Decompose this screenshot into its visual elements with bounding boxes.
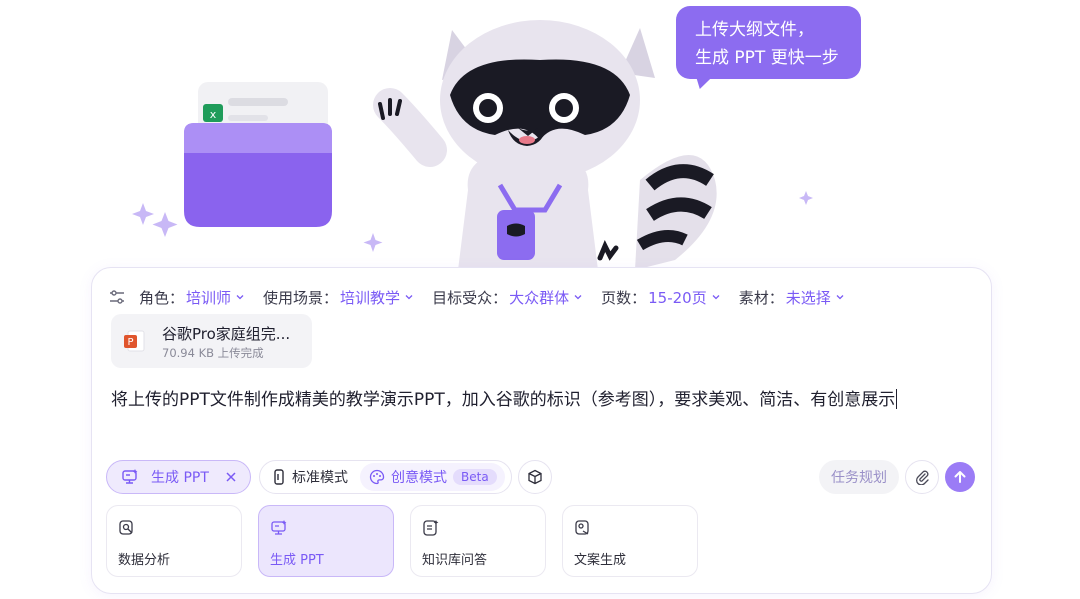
chevron-down-icon xyxy=(236,295,244,300)
chevron-down-icon xyxy=(405,295,413,300)
paperclip-icon xyxy=(916,470,929,485)
hero-illustration: x 上传大纲文件， 生成 PPT 更快一步 xyxy=(0,0,1080,270)
file-status: 70.94 KB 上传完成 xyxy=(162,346,264,360)
prompt-text: 将上传的PPT文件制作成精美的教学演示PPT，加入谷歌的标识（参考图），要求美观… xyxy=(111,390,896,410)
task-plan-button[interactable]: 任务规划 xyxy=(819,460,899,494)
options-bar: 角色： 培训师 使用场景： 培训教学 目标受众： 大众群体 页数： 15-20页… xyxy=(109,286,863,308)
prompt-input[interactable]: 将上传的PPT文件制作成精美的教学演示PPT，加入谷歌的标识（参考图），要求美观… xyxy=(111,385,898,410)
composer-toolbar: 生成 PPT 标准模式 创意模式 Beta 任务规划 xyxy=(106,460,976,496)
option-value: 大众群体 xyxy=(509,288,570,307)
option-value: 未选择 xyxy=(785,288,831,307)
purple-folder-icon: x xyxy=(184,82,332,227)
bubble-line: 上传大纲文件， xyxy=(695,20,814,40)
card-label: 知识库问答 xyxy=(422,553,488,568)
card-label: 数据分析 xyxy=(118,553,171,568)
mode-switch: 标准模式 创意模式 Beta xyxy=(259,460,512,494)
knowledge-qa-icon xyxy=(423,520,439,536)
card-generate-ppt[interactable]: 生成 PPT xyxy=(258,505,394,577)
uploaded-file-card[interactable]: P 谷歌Pro家庭组完... 70.94 KB 上传完成 xyxy=(111,314,312,368)
file-name: 谷歌Pro家庭组完... xyxy=(162,325,291,343)
option-label: 角色： xyxy=(139,288,185,307)
raccoon-mascot-icon xyxy=(373,20,717,270)
mode-creative-button[interactable]: 创意模式 Beta xyxy=(360,463,505,491)
chevron-down-icon xyxy=(574,295,582,300)
option-label: 页数： xyxy=(601,288,647,307)
mode-standard-label: 标准模式 xyxy=(292,470,348,486)
option-role[interactable]: 角色： 培训师 xyxy=(139,287,245,308)
copywriting-icon xyxy=(575,520,589,535)
chevron-down-icon xyxy=(712,295,720,300)
active-tool-chip[interactable]: 生成 PPT xyxy=(106,460,251,494)
option-pages[interactable]: 页数： 15-20页 xyxy=(601,287,721,308)
ppt-file-icon: P xyxy=(124,330,145,352)
option-scene[interactable]: 使用场景： 培训教学 xyxy=(263,287,414,308)
arrow-up-icon xyxy=(954,471,966,483)
sliders-icon[interactable] xyxy=(109,289,125,305)
cube-icon xyxy=(528,469,542,485)
option-label: 素材： xyxy=(738,288,784,307)
card-label: 文案生成 xyxy=(574,553,627,568)
option-label: 目标受众： xyxy=(432,288,508,307)
card-label: 生成 PPT xyxy=(270,553,324,568)
card-data-analysis[interactable]: 数据分析 xyxy=(106,505,242,577)
svg-text:P: P xyxy=(127,337,133,348)
send-button[interactable] xyxy=(945,462,975,492)
cube-button[interactable] xyxy=(518,460,552,494)
option-label: 使用场景： xyxy=(263,288,339,307)
mode-creative-label: 创意模式 xyxy=(391,470,447,486)
text-caret xyxy=(896,389,898,409)
data-analysis-icon xyxy=(119,520,133,535)
card-knowledge-qa[interactable]: 知识库问答 xyxy=(410,505,546,577)
hero-artwork: x xyxy=(132,20,813,270)
mode-standard-button[interactable]: 标准模式 xyxy=(273,467,348,487)
document-icon xyxy=(274,469,284,485)
option-value: 15-20页 xyxy=(648,288,707,307)
close-icon[interactable] xyxy=(225,471,237,483)
option-material[interactable]: 素材： 未选择 xyxy=(739,287,845,308)
bubble-line: 生成 PPT 更快一步 xyxy=(695,48,839,68)
palette-icon xyxy=(369,469,385,485)
option-value: 培训师 xyxy=(186,288,232,307)
option-audience[interactable]: 目标受众： 大众群体 xyxy=(432,287,583,308)
card-copywriting[interactable]: 文案生成 xyxy=(562,505,698,577)
composer-panel: 角色： 培训师 使用场景： 培训教学 目标受众： 大众群体 页数： 15-20页… xyxy=(91,267,992,594)
chevron-down-icon xyxy=(836,295,844,300)
option-value: 培训教学 xyxy=(340,288,401,307)
ppt-generate-icon xyxy=(122,469,138,484)
active-tool-label: 生成 PPT xyxy=(151,470,209,486)
svg-text:x: x xyxy=(210,108,217,121)
attach-button[interactable] xyxy=(905,460,939,494)
ppt-generate-icon xyxy=(271,520,287,535)
beta-badge: Beta xyxy=(453,469,497,485)
speech-bubble: 上传大纲文件， 生成 PPT 更快一步 xyxy=(676,6,861,79)
